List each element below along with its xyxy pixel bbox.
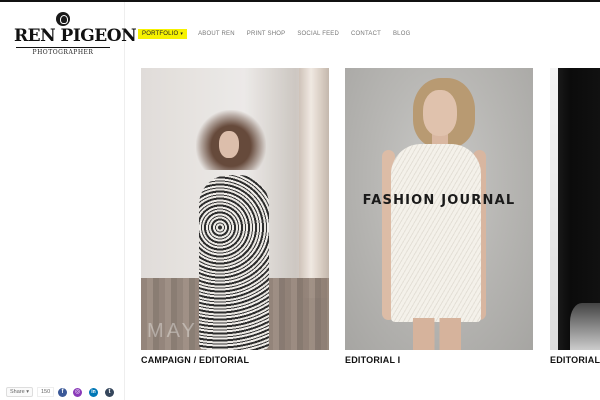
photo-hover-veil (141, 68, 329, 350)
photo-subject-dress (391, 144, 481, 322)
main-nav: PORTFOLIO ▾ ABOUT REN PRINT SHOP SOCIAL F… (138, 28, 422, 40)
nav-portfolio[interactable]: PORTFOLIO ▾ (138, 29, 188, 39)
site-tagline: PHOTOGRAPHER (32, 49, 94, 56)
gallery-photo[interactable]: FASHION JOURNAL (345, 68, 533, 350)
nav-portfolio-label: PORTFOLIO (142, 31, 179, 37)
site-logo[interactable]: REN PIGEON PHOTOGRAPHER (14, 10, 137, 60)
pigeon-icon (56, 12, 70, 26)
share-bar: Share ▾ 150 (6, 387, 55, 397)
instagram-icon[interactable]: ◎ (73, 388, 82, 397)
nav-about[interactable]: ABOUT REN (198, 31, 235, 37)
site-name: REN PIGEON (14, 26, 137, 46)
facebook-glyph: f (61, 389, 64, 395)
photo-highlight (570, 303, 600, 350)
share-button-label: Share (10, 389, 25, 395)
nav-contact[interactable]: CONTACT (351, 31, 381, 37)
tumblr-icon[interactable]: t (105, 388, 114, 397)
nav-blog[interactable]: BLOG (393, 31, 410, 37)
sidebar: REN PIGEON PHOTOGRAPHER Share ▾ 150 f ◎ … (0, 2, 137, 400)
facebook-icon[interactable]: f (58, 388, 67, 397)
photo-light-strip (550, 68, 558, 350)
gallery-caption[interactable]: EDITORIAL I (345, 355, 533, 365)
nav-print-shop[interactable]: PRINT SHOP (247, 31, 286, 37)
magazine-title: FASHION JOURNAL (362, 193, 516, 208)
gallery-photo[interactable]: MAY (141, 68, 329, 350)
nav-social-feed[interactable]: SOCIAL FEED (297, 31, 339, 37)
tumblr-glyph: t (108, 389, 111, 395)
linkedin-icon[interactable]: in (89, 388, 98, 397)
gallery-item[interactable]: FASHION JOURNAL EDITORIAL I (345, 68, 533, 365)
gallery-photo[interactable] (550, 68, 600, 350)
photo-subject-legs (413, 318, 461, 350)
gallery-caption[interactable]: CAMPAIGN / EDITORIAL (141, 355, 329, 365)
gallery-item[interactable]: MAY CAMPAIGN / EDITORIAL (141, 68, 329, 365)
share-button[interactable]: Share ▾ (6, 387, 33, 397)
gallery-caption[interactable]: EDITORIAL I (550, 355, 600, 365)
linkedin-glyph: in (91, 389, 96, 395)
instagram-glyph: ◎ (74, 389, 81, 395)
share-count: 150 (36, 387, 55, 397)
photo-subject-face (423, 90, 457, 136)
chevron-down-icon: ▾ (180, 31, 184, 37)
gallery-item[interactable]: EDITORIAL I (550, 68, 600, 365)
